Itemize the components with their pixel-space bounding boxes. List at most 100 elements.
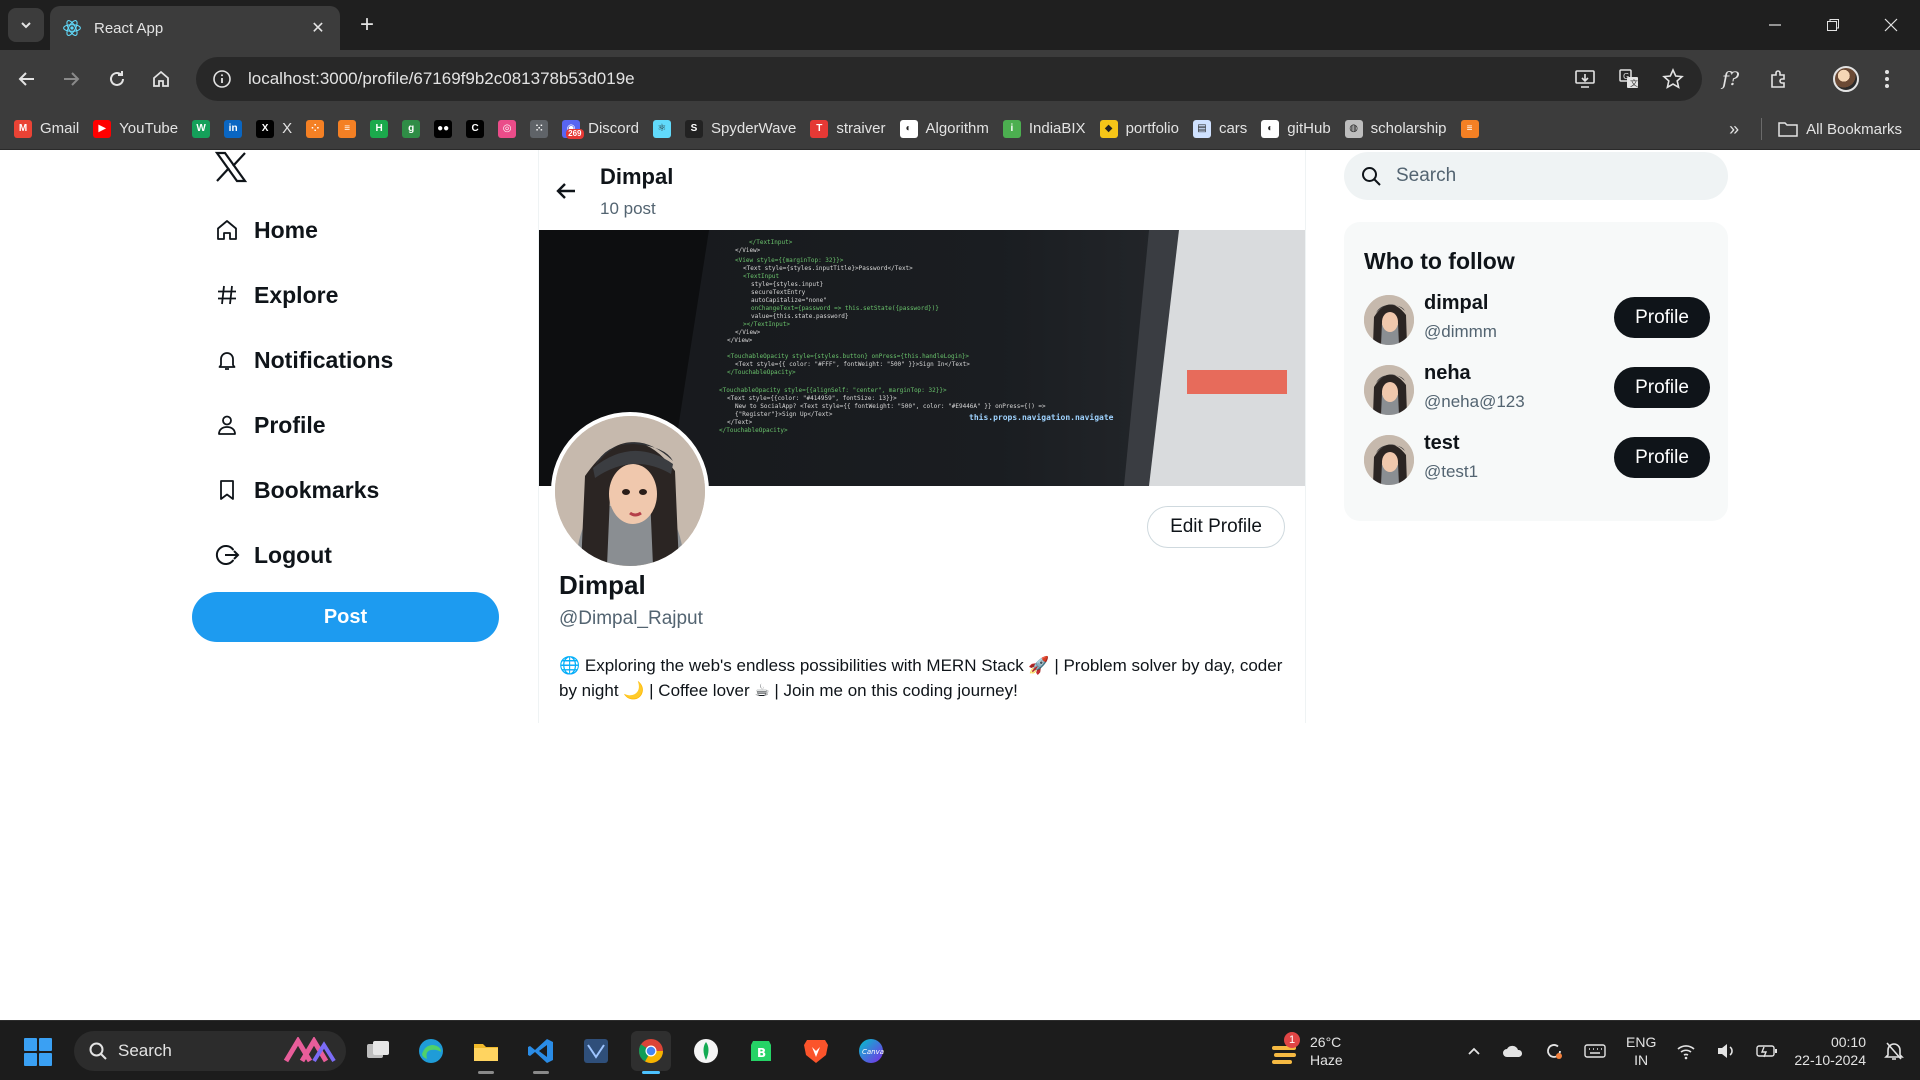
browser-tab-active[interactable]: React App ✕ <box>50 6 340 50</box>
address-bar[interactable]: localhost:3000/profile/67169f9b2c081378b… <box>196 57 1702 101</box>
volume-icon[interactable] <box>1716 1042 1736 1060</box>
sidebar-item-bookmarks[interactable]: Bookmarks <box>214 470 379 510</box>
edge-icon[interactable] <box>411 1031 451 1071</box>
tab-close-icon[interactable]: ✕ <box>308 18 328 38</box>
chevron-double-right-icon[interactable]: » <box>1729 119 1739 140</box>
header-post-count: 10 post <box>600 199 656 218</box>
bookmark-item[interactable]: ▤ cars <box>1192 119 1247 138</box>
avatar[interactable] <box>1364 295 1414 345</box>
bookmark-item[interactable]: in <box>224 119 243 138</box>
svg-text:autoCapitalize="none": autoCapitalize="none" <box>751 297 827 304</box>
url-text[interactable]: localhost:3000/profile/67169f9b2c081378b… <box>248 69 1574 89</box>
keyboard-icon[interactable] <box>1584 1043 1606 1059</box>
profile-avatar-icon[interactable] <box>1833 64 1859 94</box>
sync-icon[interactable] <box>1544 1041 1564 1061</box>
sidebar-item-logout[interactable]: Logout <box>214 535 332 575</box>
new-tab-button[interactable]: + <box>352 10 382 40</box>
bookmark-item[interactable]: ◐ Algorithm <box>899 119 989 138</box>
weather-widget[interactable]: 1 26°C Haze <box>1270 1031 1343 1071</box>
sidebar-item-label: Profile <box>254 411 326 438</box>
bookmark-item[interactable]: M Gmail <box>14 119 79 138</box>
task-view-icon[interactable] <box>358 1031 398 1071</box>
bell-icon <box>214 347 240 373</box>
search-input[interactable] <box>1396 165 1696 187</box>
bookmark-item[interactable]: ◎ <box>498 119 517 138</box>
jetbrains-icon[interactable] <box>576 1031 616 1071</box>
bookmark-item[interactable]: ◆ portfolio <box>1099 119 1179 138</box>
reload-button[interactable] <box>102 64 132 94</box>
onedrive-icon[interactable] <box>1502 1042 1524 1060</box>
browser-menu-icon[interactable] <box>1884 64 1890 94</box>
edit-profile-button[interactable]: Edit Profile <box>1147 506 1285 548</box>
extension-fx-icon[interactable]: f? <box>1722 64 1739 94</box>
all-bookmarks-button[interactable]: All Bookmarks <box>1806 121 1902 138</box>
bookmark-item[interactable]: Tstraiver <box>810 119 886 138</box>
bookmark-item[interactable]: ◐ gitHub <box>1261 119 1331 138</box>
canva-icon[interactable]: Canva <box>851 1031 891 1071</box>
tab-search-button[interactable] <box>8 8 44 42</box>
profile-button[interactable]: Profile <box>1614 367 1710 408</box>
bookmark-item[interactable]: W <box>192 119 211 138</box>
close-window-button[interactable] <box>1862 0 1920 50</box>
bookmark-item[interactable]: ⚛ <box>653 119 671 138</box>
notification-bell-icon[interactable] <box>1884 1040 1904 1062</box>
install-app-icon[interactable] <box>1574 68 1596 90</box>
windows-start-icon[interactable] <box>24 1038 52 1066</box>
back-arrow-icon[interactable] <box>553 178 579 204</box>
brave-icon[interactable] <box>796 1031 836 1071</box>
avatar[interactable] <box>1364 435 1414 485</box>
clock-time: 00:10 <box>1830 1034 1866 1050</box>
file-explorer-icon[interactable] <box>466 1031 506 1074</box>
info-icon[interactable] <box>210 67 234 91</box>
bookmark-item[interactable]: ●● <box>434 119 453 138</box>
search-field[interactable] <box>1344 152 1728 200</box>
sidebar-item-notifications[interactable]: Notifications <box>214 340 393 380</box>
vscode-icon[interactable] <box>521 1031 561 1074</box>
codechef-icon: C <box>466 119 485 138</box>
sidebar-item-profile[interactable]: Profile <box>214 405 326 445</box>
home-button[interactable] <box>146 64 176 94</box>
stack-icon: ≡ <box>338 119 357 138</box>
wifi-icon[interactable] <box>1676 1042 1696 1060</box>
sidebar-item-home[interactable]: Home <box>214 210 318 250</box>
star-icon[interactable] <box>1662 68 1684 90</box>
battery-icon[interactable] <box>1756 1044 1778 1058</box>
chrome-icon[interactable] <box>631 1031 671 1074</box>
chevron-up-icon[interactable] <box>1466 1043 1482 1059</box>
bookmark-item[interactable]: ⁘ <box>306 119 325 138</box>
bookmark-item[interactable]: ◉269Discord <box>562 119 639 139</box>
bookmark-item[interactable]: i IndiaBIX <box>1002 119 1086 138</box>
mongodb-compass-icon[interactable] <box>686 1031 726 1071</box>
profile-button[interactable]: Profile <box>1614 437 1710 478</box>
bookmark-item[interactable]: ≡ <box>1460 119 1479 138</box>
bookmark-item[interactable]: H <box>370 119 389 138</box>
taskbar-clock[interactable]: 00:10 22-10-2024 <box>1794 1033 1866 1069</box>
back-button[interactable] <box>12 64 42 94</box>
bookmark-item[interactable]: ▶ YouTube <box>93 119 178 138</box>
svg-text:<TouchableOpacity style={style: <TouchableOpacity style={styles.button} … <box>727 353 969 360</box>
bookmark-item[interactable]: ≡ <box>338 119 357 138</box>
svg-text:Canva: Canva <box>862 1048 884 1056</box>
bookmark-item[interactable]: g <box>402 119 421 138</box>
svg-text:<Text style={{color: "#414959": <Text style={{color: "#414959", fontSize… <box>727 395 897 402</box>
x-logo-icon[interactable] <box>214 150 248 184</box>
extensions-puzzle-icon[interactable] <box>1768 64 1790 94</box>
bookmark-item[interactable]: ⁙ <box>530 119 549 138</box>
minimize-button[interactable] <box>1746 0 1804 50</box>
avatar[interactable] <box>1364 365 1414 415</box>
list-item: dimpal @dimmm Profile <box>1364 292 1710 345</box>
bookmark-item[interactable]: ◍ scholarship <box>1344 119 1447 138</box>
profile-button[interactable]: Profile <box>1614 297 1710 338</box>
taskbar-search[interactable]: Search <box>74 1031 346 1071</box>
whatsapp-business-icon[interactable]: B <box>741 1031 781 1071</box>
bookmark-item[interactable]: XX <box>256 119 292 138</box>
sidebar-item-explore[interactable]: Explore <box>214 275 338 315</box>
bookmark-item[interactable]: S SpyderWave <box>685 119 796 138</box>
post-button[interactable]: Post <box>192 592 499 642</box>
profile-avatar[interactable] <box>551 412 709 570</box>
forward-button[interactable] <box>56 64 86 94</box>
bookmark-item[interactable]: C <box>466 119 485 138</box>
restore-button[interactable] <box>1804 0 1862 50</box>
translate-icon[interactable]: G文 <box>1618 68 1640 90</box>
language-indicator[interactable]: ENG IN <box>1626 1033 1656 1069</box>
